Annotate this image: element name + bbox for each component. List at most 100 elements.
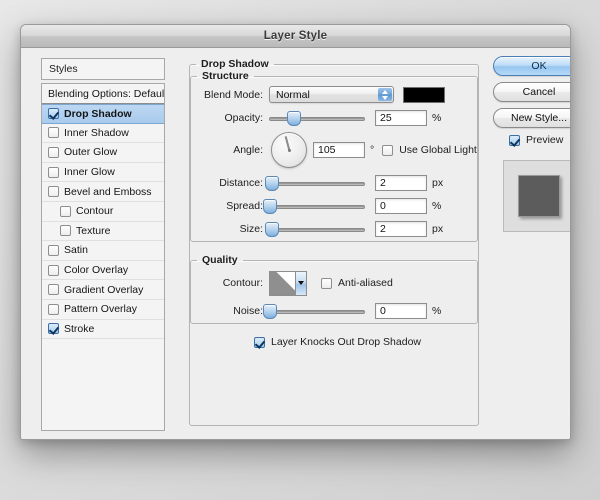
blend-mode-select[interactable]: Normal [269, 86, 394, 103]
slider-track [269, 116, 365, 121]
noise-row: Noise: 0 % [191, 300, 477, 321]
checkbox-color-overlay[interactable] [48, 264, 59, 276]
list-item-satin[interactable]: Satin [42, 241, 164, 261]
checkbox-drop-shadow[interactable] [48, 108, 59, 120]
blend-mode-value: Normal [276, 88, 310, 101]
checkbox-contour[interactable] [60, 205, 71, 217]
dialog-body: Styles Blending Options: Default Drop Sh… [21, 48, 570, 439]
opacity-input[interactable]: 25 [375, 109, 427, 126]
checkbox-pattern-overlay[interactable] [48, 303, 59, 315]
preview-label: Preview [526, 134, 564, 146]
list-item-pattern-overlay[interactable]: Pattern Overlay [42, 300, 164, 320]
list-item-gradient-overlay[interactable]: Gradient Overlay [42, 280, 164, 300]
chevron-down-icon[interactable] [295, 271, 306, 295]
style-preview-thumbnail [503, 160, 570, 232]
size-slider[interactable] [264, 221, 365, 237]
layer-knocks-out-row[interactable]: Layer Knocks Out Drop Shadow [254, 336, 478, 348]
checkbox-texture[interactable] [60, 225, 71, 237]
list-item-outer-glow[interactable]: Outer Glow [42, 143, 164, 163]
list-item-blending-options[interactable]: Blending Options: Default [42, 84, 164, 104]
shadow-color-swatch[interactable] [403, 86, 445, 103]
angle-unit: ° [370, 144, 375, 156]
list-item-label: Blending Options: Default [48, 87, 165, 100]
opacity-slider[interactable] [269, 110, 365, 126]
spread-slider[interactable] [263, 198, 365, 214]
list-item-contour[interactable]: Contour [42, 202, 164, 222]
checkbox-anti-aliased[interactable] [321, 277, 332, 289]
list-item-label: Color Overlay [64, 264, 129, 277]
checkbox-preview[interactable] [509, 134, 520, 146]
checkbox-use-global-light[interactable] [382, 144, 394, 156]
slider-thumb[interactable] [287, 110, 301, 126]
list-item-inner-shadow[interactable]: Inner Shadow [42, 124, 164, 144]
effects-list[interactable]: Blending Options: Default Drop Shadow In… [41, 83, 165, 431]
checkbox-stroke[interactable] [48, 323, 59, 335]
list-item-bevel-and-emboss[interactable]: Bevel and Emboss [42, 182, 164, 202]
anti-aliased-label: Anti-aliased [338, 277, 393, 289]
distance-unit: px [432, 176, 444, 189]
distance-row: Distance: 2 px [191, 172, 477, 193]
opacity-unit: % [432, 111, 442, 124]
distance-value: 2 [380, 176, 386, 189]
list-item-drop-shadow[interactable]: Drop Shadow [42, 104, 164, 124]
use-global-light-row[interactable]: Use Global Light [382, 144, 477, 156]
slider-thumb[interactable] [264, 221, 279, 237]
dialog-titlebar[interactable]: Layer Style [21, 25, 570, 48]
list-item-color-overlay[interactable]: Color Overlay [42, 261, 164, 281]
drop-shadow-fieldset: Drop Shadow Structure Blend Mode: Normal [189, 58, 479, 426]
distance-label: Distance: [219, 176, 263, 189]
slider-thumb[interactable] [264, 175, 279, 191]
dialog-title: Layer Style [263, 30, 328, 42]
contour-label: Contour: [222, 277, 263, 289]
chevron-updown-icon[interactable] [378, 88, 392, 101]
list-item-inner-glow[interactable]: Inner Glow [42, 163, 164, 183]
new-style-button[interactable]: New Style... [493, 108, 570, 128]
list-item-label: Bevel and Emboss [64, 185, 152, 198]
slider-thumb[interactable] [263, 198, 277, 214]
contour-preset-picker[interactable] [269, 270, 307, 296]
list-item-label: Texture [76, 224, 111, 237]
structure-fieldset: Structure Blend Mode: Normal Opacity: 25… [190, 70, 478, 242]
list-item-texture[interactable]: Texture [42, 222, 164, 242]
size-input[interactable]: 2 [375, 220, 427, 237]
angle-row: Angle: 105 ° Use Global Light [191, 130, 477, 170]
checkbox-bevel-and-emboss[interactable] [48, 186, 59, 198]
list-item-label: Outer Glow [64, 146, 118, 159]
noise-label: Noise: [233, 304, 263, 317]
list-item-label: Pattern Overlay [64, 303, 137, 316]
noise-value: 0 [380, 304, 386, 317]
list-item-stroke[interactable]: Stroke [42, 320, 164, 340]
checkbox-inner-shadow[interactable] [48, 127, 59, 139]
styles-panel-header[interactable]: Styles [41, 58, 165, 80]
slider-track [269, 227, 365, 232]
distance-slider[interactable] [264, 175, 365, 191]
checkbox-layer-knocks-out[interactable] [254, 336, 265, 348]
drop-shadow-options-panel: Drop Shadow Structure Blend Mode: Normal [189, 58, 479, 426]
noise-slider[interactable] [263, 303, 365, 319]
angle-dial[interactable] [271, 132, 307, 168]
spread-input[interactable]: 0 [375, 197, 427, 214]
distance-input[interactable]: 2 [375, 174, 427, 191]
checkbox-outer-glow[interactable] [48, 146, 59, 158]
quality-legend: Quality [202, 254, 238, 266]
preview-square-shape [518, 175, 560, 217]
anti-aliased-row[interactable]: Anti-aliased [321, 277, 393, 289]
angle-input[interactable]: 105 [313, 142, 365, 158]
cancel-button[interactable]: Cancel [493, 82, 570, 102]
preview-row[interactable]: Preview [509, 134, 570, 146]
size-value: 2 [380, 222, 386, 235]
dial-hub-icon [287, 148, 291, 152]
list-item-label: Gradient Overlay [64, 283, 144, 296]
checkbox-inner-glow[interactable] [48, 166, 59, 178]
list-item-label: Satin [64, 244, 88, 257]
desktop-background: Layer Style Styles Blending Options: Def… [0, 0, 600, 500]
noise-input[interactable]: 0 [375, 302, 427, 319]
slider-track [269, 204, 365, 209]
ok-button[interactable]: OK [493, 56, 570, 76]
checkbox-satin[interactable] [48, 244, 59, 256]
opacity-label: Opacity: [224, 111, 263, 124]
size-label: Size: [239, 222, 263, 235]
list-item-label: Drop Shadow [64, 107, 132, 120]
slider-thumb[interactable] [263, 303, 277, 319]
checkbox-gradient-overlay[interactable] [48, 284, 59, 296]
